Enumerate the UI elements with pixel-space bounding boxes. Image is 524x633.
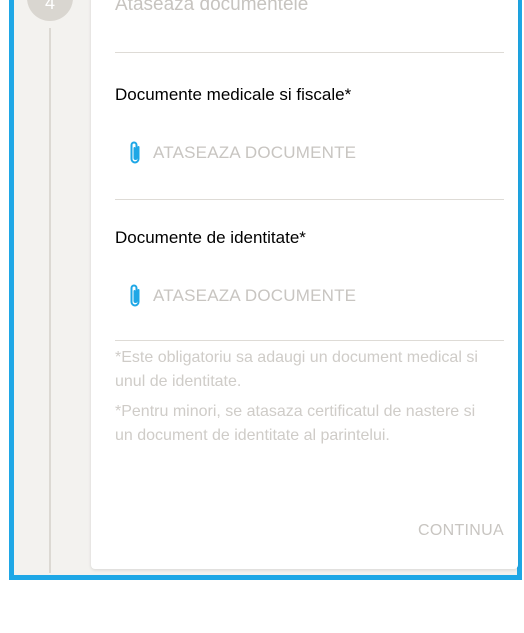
attach-medical-documents-label: ATASEAZA DOCUMENTE xyxy=(153,143,357,162)
divider xyxy=(115,340,504,341)
step-number: 4 xyxy=(44,0,55,13)
medical-documents-label: Documente medicale si fiscale* xyxy=(115,85,352,104)
card-title: Ataseaza documentele xyxy=(115,0,309,15)
step-number-badge: 4 xyxy=(27,0,73,21)
identity-documents-label: Documente de identitate* xyxy=(115,228,306,247)
step-container: 4 Ataseaza documentele Documente medical… xyxy=(9,0,522,580)
step-connector-line xyxy=(49,28,51,573)
minors-documents-note: *Pentru minori, se atasaza certificatul … xyxy=(115,403,476,444)
attach-identity-documents-label: ATASEAZA DOCUMENTE xyxy=(153,286,357,305)
paperclip-icon xyxy=(130,141,140,164)
required-documents-note: *Este obligatoriu sa adaugi un document … xyxy=(115,349,478,390)
attach-medical-documents-button[interactable]: ATASEAZA DOCUMENTE xyxy=(127,140,356,166)
continue-button[interactable]: CONTINUA xyxy=(418,522,504,540)
paperclip-icon xyxy=(130,284,140,307)
attach-identity-documents-button[interactable]: ATASEAZA DOCUMENTE xyxy=(127,283,356,309)
attach-documents-card: Ataseaza documentele Documente medicale … xyxy=(91,0,518,569)
divider xyxy=(115,199,504,200)
divider xyxy=(115,52,504,53)
